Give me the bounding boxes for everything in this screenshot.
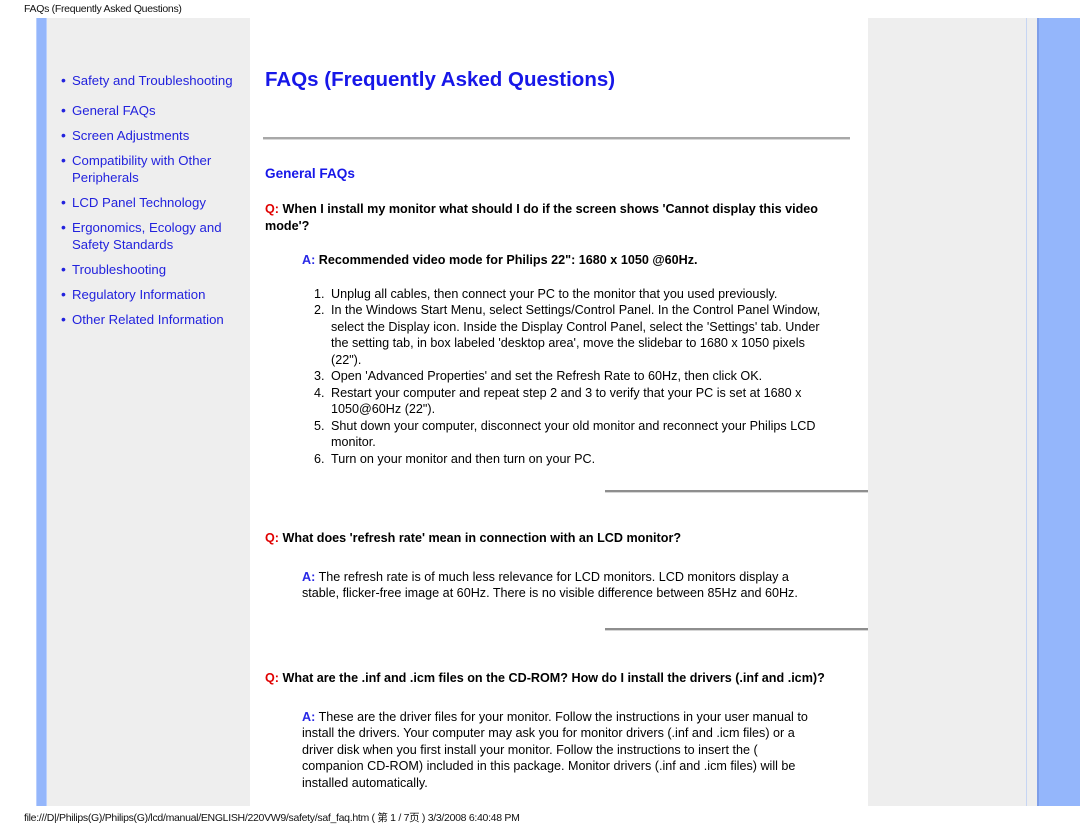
qa-block-3: Q: What are the .inf and .icm files on t… [250, 670, 868, 791]
question-prefix: Q: [265, 531, 279, 545]
question-2: Q: What does 'refresh rate' mean in conn… [250, 530, 868, 547]
bullet-icon: • [61, 286, 66, 302]
sidebar-item-lcd-panel-technology[interactable]: • LCD Panel Technology [61, 194, 241, 211]
right-margin-area [868, 18, 1026, 806]
bullet-icon: • [61, 102, 66, 118]
sidebar-item-safety-and-troubleshooting[interactable]: • Safety and Troubleshooting [61, 72, 241, 89]
sidebar-item-general-faqs[interactable]: • General FAQs [61, 102, 241, 119]
bullet-icon: • [61, 261, 66, 277]
main-content: FAQs (Frequently Asked Questions) Genera… [250, 18, 1015, 806]
bullet-icon: • [61, 311, 66, 327]
answer-text: The refresh rate is of much less relevan… [302, 569, 798, 601]
answer-3: A: These are the driver files for your m… [302, 709, 820, 792]
list-item: In the Windows Start Menu, select Settin… [328, 302, 828, 368]
qa-block-1: Q: When I install my monitor what should… [250, 201, 868, 467]
question-prefix: Q: [265, 671, 279, 685]
sidebar-nav: • Safety and Troubleshooting • General F… [61, 72, 241, 336]
sidebar-item-screen-adjustments[interactable]: • Screen Adjustments [61, 127, 241, 144]
bullet-icon: • [61, 219, 66, 235]
list-item: Open 'Advanced Properties' and set the R… [328, 368, 828, 385]
answer-prefix: A: [302, 569, 316, 584]
question-1: Q: When I install my monitor what should… [250, 201, 868, 234]
answer-2: A: The refresh rate is of much less rele… [302, 569, 820, 602]
bullet-icon: • [61, 127, 66, 143]
right-decorative-bar [1037, 18, 1080, 806]
list-item: Shut down your computer, disconnect your… [328, 418, 828, 451]
title-divider [263, 137, 850, 140]
sidebar-item-label[interactable]: Safety and Troubleshooting [72, 72, 233, 89]
answer-prefix: A: [302, 709, 316, 724]
bullet-icon: • [61, 152, 66, 168]
question-prefix: Q: [265, 202, 279, 216]
sidebar-item-compatibility-with-other-peripherals[interactable]: • Compatibility with Other Peripherals [61, 152, 241, 186]
sidebar-item-label[interactable]: Other Related Information [72, 311, 224, 328]
sidebar-item-ergonomics-ecology-and-safety-standards[interactable]: • Ergonomics, Ecology and Safety Standar… [61, 219, 241, 253]
print-footer: file:///D|/Philips(G)/Philips(G)/lcd/man… [24, 812, 520, 824]
question-3: Q: What are the .inf and .icm files on t… [250, 670, 868, 687]
sidebar-item-other-related-information[interactable]: • Other Related Information [61, 311, 241, 328]
answer-text: Recommended video mode for Philips 22": … [318, 253, 698, 267]
left-decorative-bar [36, 18, 47, 806]
question-text: When I install my monitor what should I … [265, 202, 818, 233]
sidebar-item-troubleshooting[interactable]: • Troubleshooting [61, 261, 241, 278]
answer-text: These are the driver files for your moni… [302, 709, 808, 790]
sidebar-item-regulatory-information[interactable]: • Regulatory Information [61, 286, 241, 303]
bullet-icon: • [61, 194, 66, 210]
sidebar-item-label[interactable]: LCD Panel Technology [72, 194, 206, 211]
document-page: • Safety and Troubleshooting • General F… [0, 18, 1080, 806]
sidebar-item-label[interactable]: Regulatory Information [72, 286, 205, 303]
answer-prefix: A: [302, 253, 316, 267]
list-item: Restart your computer and repeat step 2 … [328, 385, 828, 418]
sidebar: • Safety and Troubleshooting • General F… [47, 18, 250, 806]
list-item: Unplug all cables, then connect your PC … [328, 286, 828, 303]
list-item: Turn on your monitor and then turn on yo… [328, 451, 828, 468]
qa-block-2: Q: What does 'refresh rate' mean in conn… [250, 530, 868, 602]
sidebar-item-label[interactable]: Compatibility with Other Peripherals [72, 152, 241, 186]
sidebar-item-label[interactable]: General FAQs [72, 102, 156, 119]
question-text: What does 'refresh rate' mean in connect… [282, 531, 682, 545]
sidebar-item-label[interactable]: Ergonomics, Ecology and Safety Standards [72, 219, 241, 253]
answer-1: A: Recommended video mode for Philips 22… [302, 252, 820, 269]
right-margin-area-2 [1027, 18, 1037, 806]
sidebar-item-label[interactable]: Troubleshooting [72, 261, 166, 278]
print-header: FAQs (Frequently Asked Questions) [24, 3, 182, 15]
answer-1-steps: Unplug all cables, then connect your PC … [250, 286, 868, 468]
page-title: FAQs (Frequently Asked Questions) [265, 68, 616, 91]
bullet-icon: • [61, 72, 66, 88]
question-text: What are the .inf and .icm files on the … [282, 671, 825, 685]
section-heading-general-faqs: General FAQs [265, 166, 355, 181]
sidebar-item-label[interactable]: Screen Adjustments [72, 127, 189, 144]
